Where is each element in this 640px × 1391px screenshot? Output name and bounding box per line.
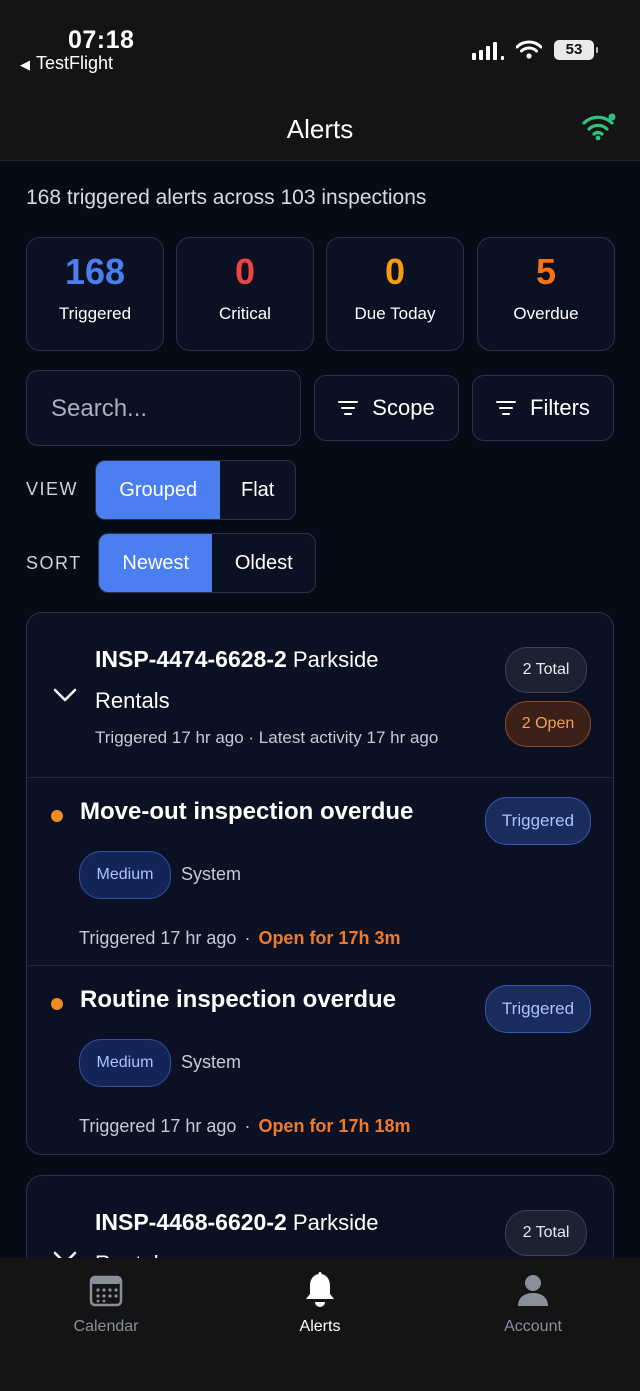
- stat-overdue-value: 5: [535, 251, 557, 292]
- open-duration: Open for 17h 18m: [258, 1116, 411, 1136]
- tab-alerts-label: Alerts: [299, 1318, 341, 1335]
- meta-separator: ·: [244, 1116, 251, 1136]
- property-name-a: Parkside: [292, 1210, 379, 1235]
- tab-account[interactable]: Account: [453, 1270, 613, 1336]
- severity-badge: Medium: [79, 1039, 171, 1087]
- person-icon: [518, 1275, 548, 1306]
- bell-icon: [306, 1272, 334, 1307]
- total-badge: 2 Total: [505, 1210, 587, 1256]
- view-toggle: Grouped Flat: [95, 460, 296, 520]
- stat-overdue-label: Overdue: [513, 304, 579, 323]
- top-bar: 07:18 ◀ TestFlight 53 Alerts: [0, 0, 640, 161]
- stat-due-today-label: Due Today: [354, 304, 436, 323]
- calendar-icon: [89, 1275, 123, 1307]
- page-title: Alerts: [286, 114, 354, 144]
- alert-source: System: [181, 1052, 242, 1072]
- alert-source: System: [181, 864, 242, 884]
- open-badge: 2 Open: [505, 701, 591, 747]
- property-name-b: Rentals: [95, 688, 170, 713]
- stat-critical[interactable]: 0 Critical: [176, 237, 314, 351]
- group-title: INSP-4474-6628-2 Parkside Rentals: [95, 639, 485, 721]
- alert-meta: Triggered 17 hr ago · Open for 17h 3m: [79, 928, 400, 949]
- tab-calendar-label: Calendar: [73, 1318, 139, 1335]
- tab-calendar[interactable]: Calendar: [26, 1270, 186, 1336]
- stat-due-today-value: 0: [384, 251, 406, 292]
- severity-badge: Medium: [79, 851, 171, 899]
- search-placeholder: Search...: [51, 395, 148, 422]
- search-input[interactable]: Search...: [26, 370, 301, 446]
- stat-critical-label: Critical: [219, 304, 271, 323]
- stat-triggered[interactable]: 168 Triggered: [26, 237, 164, 351]
- property-name-a: Parkside: [292, 647, 379, 672]
- stat-critical-value: 0: [234, 251, 256, 292]
- alert-item[interactable]: Routine inspection overdue Triggered Med…: [27, 966, 613, 1154]
- meta-separator: ·: [244, 928, 251, 948]
- filters-button[interactable]: Filters: [472, 375, 614, 441]
- alert-triggered-time: Triggered 17 hr ago: [79, 1116, 237, 1136]
- back-arrow-icon: ◀: [20, 57, 30, 72]
- scope-label: Scope: [372, 395, 435, 420]
- sort-option-oldest[interactable]: Oldest: [212, 534, 315, 592]
- stat-triggered-label: Triggered: [58, 304, 132, 323]
- status-badge: Triggered: [485, 797, 591, 845]
- alert-title: Routine inspection overdue: [80, 986, 397, 1013]
- sort-label: SORT: [26, 553, 82, 573]
- status-time: 07:18: [68, 26, 135, 54]
- stat-triggered-value: 168: [64, 251, 126, 292]
- scope-button[interactable]: Scope: [314, 375, 459, 441]
- sort-option-newest[interactable]: Newest: [99, 534, 213, 592]
- stat-overdue[interactable]: 5 Overdue: [477, 237, 615, 351]
- inspection-id: INSP-4468-6620-2: [95, 1209, 287, 1235]
- view-label: VIEW: [26, 479, 79, 499]
- alert-title: Move-out inspection overdue: [80, 798, 414, 825]
- group-header[interactable]: INSP-4474-6628-2 Parkside Rentals Trigger…: [27, 613, 613, 778]
- alert-triggered-time: Triggered 17 hr ago: [79, 928, 237, 948]
- view-option-grouped[interactable]: Grouped: [96, 461, 221, 519]
- stat-due-today[interactable]: 0 Due Today: [326, 237, 464, 351]
- back-to-testflight[interactable]: ◀ TestFlight: [20, 53, 113, 74]
- tab-account-label: Account: [504, 1318, 562, 1335]
- group-meta: Triggered 17 hr ago · Latest activity 17…: [95, 728, 439, 747]
- back-label: TestFlight: [36, 53, 114, 73]
- inspection-id: INSP-4474-6628-2: [95, 646, 287, 672]
- open-duration: Open for 17h 3m: [258, 928, 401, 948]
- connection-status-icon[interactable]: [582, 112, 618, 142]
- severity-dot: [51, 998, 63, 1010]
- cellular-signal-icon: [472, 40, 504, 60]
- chevron-down-icon[interactable]: [53, 688, 77, 702]
- tab-alerts[interactable]: Alerts: [240, 1270, 400, 1336]
- battery-indicator: 53: [554, 40, 598, 60]
- status-icons: 53: [472, 40, 598, 60]
- filter-icon: [496, 401, 517, 415]
- view-option-flat[interactable]: Flat: [220, 461, 295, 519]
- scope-icon: [338, 401, 359, 415]
- alert-item[interactable]: Move-out inspection overdue Triggered Me…: [27, 778, 613, 966]
- filters-label: Filters: [530, 395, 590, 420]
- inspection-group-card: INSP-4474-6628-2 Parkside Rentals Trigger…: [26, 612, 614, 1155]
- total-badge: 2 Total: [505, 647, 587, 693]
- status-badge: Triggered: [485, 985, 591, 1033]
- alert-meta: Triggered 17 hr ago · Open for 17h 18m: [79, 1116, 410, 1137]
- alerts-summary: 168 triggered alerts across 103 inspecti…: [26, 186, 427, 209]
- severity-dot: [51, 810, 63, 822]
- tab-bar: Calendar Alerts Account: [0, 1258, 640, 1391]
- wifi-icon: [516, 40, 542, 59]
- sort-toggle: Newest Oldest: [98, 533, 316, 593]
